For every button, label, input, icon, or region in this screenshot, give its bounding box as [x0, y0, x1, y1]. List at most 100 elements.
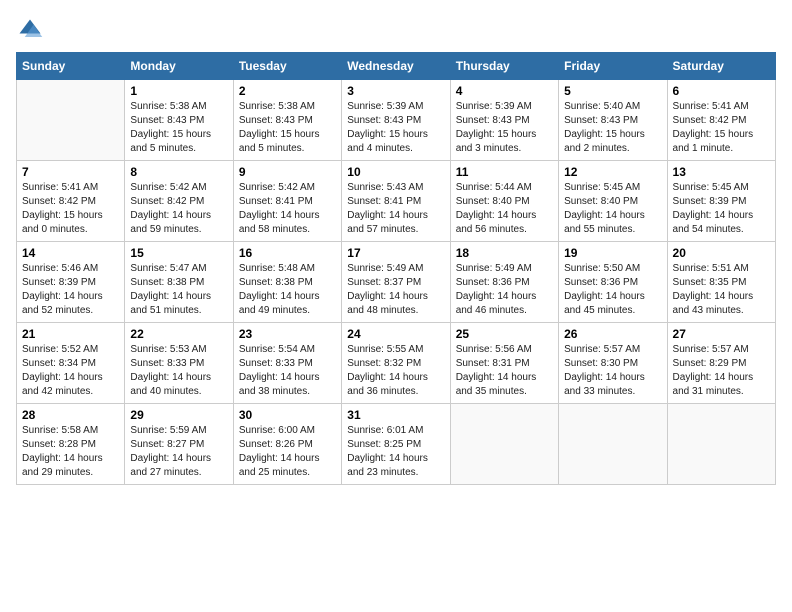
calendar-cell: 18Sunrise: 5:49 AMSunset: 8:36 PMDayligh…	[450, 242, 558, 323]
day-number: 1	[130, 84, 227, 98]
day-number: 8	[130, 165, 227, 179]
day-number: 21	[22, 327, 119, 341]
day-info: Sunrise: 5:38 AMSunset: 8:43 PMDaylight:…	[239, 100, 336, 156]
weekday-header-monday: Monday	[125, 53, 233, 80]
day-info: Sunrise: 5:39 AMSunset: 8:43 PMDaylight:…	[347, 100, 444, 156]
day-number: 16	[239, 246, 336, 260]
calendar-cell: 13 Sunrise: 5:45 AMSunset: 8:39 PMDayligh…	[667, 161, 775, 242]
calendar-cell: 11 Sunrise: 5:44 AMSunset: 8:40 PMDayligh…	[450, 161, 558, 242]
day-info: Sunrise: 5:51 AMSunset: 8:35 PMDaylight:…	[673, 262, 770, 318]
calendar-cell: 27 Sunrise: 5:57 AMSunset: 8:29 PMDayligh…	[667, 323, 775, 404]
weekday-header-wednesday: Wednesday	[342, 53, 450, 80]
day-info: Sunrise: 5:52 AMSunset: 8:34 PMDaylight:…	[22, 343, 119, 399]
day-number: 6	[673, 84, 770, 98]
day-number: 26	[564, 327, 661, 341]
day-number: 19	[564, 246, 661, 260]
calendar-cell: 15 Sunrise: 5:47 AMSunset: 8:38 PMDayligh…	[125, 242, 233, 323]
calendar-cell: 29 Sunrise: 5:59 AMSunset: 8:27 PMDayligh…	[125, 404, 233, 485]
day-info: Sunrise: 5:40 AMSunset: 8:43 PMDaylight:…	[564, 100, 661, 156]
day-info: Sunrise: 5:59 AMSunset: 8:27 PMDaylight:…	[130, 424, 227, 480]
calendar-cell: 23 Sunrise: 5:54 AMSunset: 8:33 PMDayligh…	[233, 323, 341, 404]
calendar-cell: 31 Sunrise: 6:01 AMSunset: 8:25 PMDayligh…	[342, 404, 450, 485]
calendar-cell	[559, 404, 667, 485]
day-info: Sunrise: 5:50 AMSunset: 8:36 PMDaylight:…	[564, 262, 661, 318]
weekday-header-thursday: Thursday	[450, 53, 558, 80]
day-info: Sunrise: 5:57 AMSunset: 8:30 PMDaylight:…	[564, 343, 661, 399]
day-info: Sunrise: 5:43 AMSunset: 8:41 PMDaylight:…	[347, 181, 444, 237]
day-info: Sunrise: 5:54 AMSunset: 8:33 PMDaylight:…	[239, 343, 336, 399]
page-header	[16, 16, 776, 44]
day-number: 10	[347, 165, 444, 179]
day-info: Sunrise: 6:01 AMSunset: 8:25 PMDaylight:…	[347, 424, 444, 480]
day-info: Sunrise: 5:48 AMSunset: 8:38 PMDaylight:…	[239, 262, 336, 318]
calendar-cell: 22 Sunrise: 5:53 AMSunset: 8:33 PMDayligh…	[125, 323, 233, 404]
calendar-table: SundayMondayTuesdayWednesdayThursdayFrid…	[16, 52, 776, 485]
day-number: 18	[456, 246, 553, 260]
day-number: 4	[456, 84, 553, 98]
calendar-cell	[667, 404, 775, 485]
weekday-header-sunday: Sunday	[17, 53, 125, 80]
day-number: 7	[22, 165, 119, 179]
calendar-cell: 12 Sunrise: 5:45 AMSunset: 8:40 PMDayligh…	[559, 161, 667, 242]
day-info: Sunrise: 5:42 AMSunset: 8:42 PMDaylight:…	[130, 181, 227, 237]
logo-icon	[16, 16, 44, 44]
day-number: 22	[130, 327, 227, 341]
calendar-cell: 4 Sunrise: 5:39 AMSunset: 8:43 PMDaylight…	[450, 80, 558, 161]
day-number: 27	[673, 327, 770, 341]
day-info: Sunrise: 5:41 AMSunset: 8:42 PMDaylight:…	[22, 181, 119, 237]
day-number: 17	[347, 246, 444, 260]
calendar-cell: 17 Sunrise: 5:49 AMSunset: 8:37 PMDayligh…	[342, 242, 450, 323]
day-number: 31	[347, 408, 444, 422]
day-info: Sunrise: 5:44 AMSunset: 8:40 PMDaylight:…	[456, 181, 553, 237]
day-info: Sunrise: 5:45 AMSunset: 8:39 PMDaylight:…	[673, 181, 770, 237]
calendar-cell: 8 Sunrise: 5:42 AMSunset: 8:42 PMDaylight…	[125, 161, 233, 242]
day-info: Sunrise: 5:56 AMSunset: 8:31 PMDaylight:…	[456, 343, 553, 399]
day-info: Sunrise: 5:58 AMSunset: 8:28 PMDaylight:…	[22, 424, 119, 480]
day-number: 9	[239, 165, 336, 179]
day-number: 11	[456, 165, 553, 179]
day-info: Sunrise: 5:53 AMSunset: 8:33 PMDaylight:…	[130, 343, 227, 399]
calendar-cell: 2 Sunrise: 5:38 AMSunset: 8:43 PMDaylight…	[233, 80, 341, 161]
calendar-cell: 9 Sunrise: 5:42 AMSunset: 8:41 PMDaylight…	[233, 161, 341, 242]
day-number: 29	[130, 408, 227, 422]
weekday-header-tuesday: Tuesday	[233, 53, 341, 80]
day-number: 3	[347, 84, 444, 98]
day-info: Sunrise: 6:00 AMSunset: 8:26 PMDaylight:…	[239, 424, 336, 480]
day-number: 30	[239, 408, 336, 422]
calendar-cell: 1 Sunrise: 5:38 AMSunset: 8:43 PMDaylight…	[125, 80, 233, 161]
day-number: 25	[456, 327, 553, 341]
day-number: 2	[239, 84, 336, 98]
calendar-cell: 19 Sunrise: 5:50 AMSunset: 8:36 PMDayligh…	[559, 242, 667, 323]
calendar-cell: 16 Sunrise: 5:48 AMSunset: 8:38 PMDayligh…	[233, 242, 341, 323]
calendar-cell: 20Sunrise: 5:51 AMSunset: 8:35 PMDayligh…	[667, 242, 775, 323]
day-number: 5	[564, 84, 661, 98]
calendar-cell: 7 Sunrise: 5:41 AMSunset: 8:42 PMDaylight…	[17, 161, 125, 242]
day-info: Sunrise: 5:42 AMSunset: 8:41 PMDaylight:…	[239, 181, 336, 237]
day-info: Sunrise: 5:49 AMSunset: 8:37 PMDaylight:…	[347, 262, 444, 318]
calendar-cell: 5 Sunrise: 5:40 AMSunset: 8:43 PMDaylight…	[559, 80, 667, 161]
day-number: 14	[22, 246, 119, 260]
day-info: Sunrise: 5:45 AMSunset: 8:40 PMDaylight:…	[564, 181, 661, 237]
calendar-cell	[17, 80, 125, 161]
calendar-cell: 28 Sunrise: 5:58 AMSunset: 8:28 PMDayligh…	[17, 404, 125, 485]
day-info: Sunrise: 5:41 AMSunset: 8:42 PMDaylight:…	[673, 100, 770, 156]
calendar-cell: 25 Sunrise: 5:56 AMSunset: 8:31 PMDayligh…	[450, 323, 558, 404]
day-number: 28	[22, 408, 119, 422]
calendar-cell: 26 Sunrise: 5:57 AMSunset: 8:30 PMDayligh…	[559, 323, 667, 404]
day-number: 23	[239, 327, 336, 341]
day-number: 13	[673, 165, 770, 179]
calendar-cell: 6 Sunrise: 5:41 AMSunset: 8:42 PMDaylight…	[667, 80, 775, 161]
day-info: Sunrise: 5:39 AMSunset: 8:43 PMDaylight:…	[456, 100, 553, 156]
day-number: 12	[564, 165, 661, 179]
calendar-cell	[450, 404, 558, 485]
logo	[16, 16, 48, 44]
day-info: Sunrise: 5:47 AMSunset: 8:38 PMDaylight:…	[130, 262, 227, 318]
day-info: Sunrise: 5:57 AMSunset: 8:29 PMDaylight:…	[673, 343, 770, 399]
day-number: 15	[130, 246, 227, 260]
day-number: 24	[347, 327, 444, 341]
calendar-cell: 30 Sunrise: 6:00 AMSunset: 8:26 PMDayligh…	[233, 404, 341, 485]
calendar-cell: 24Sunrise: 5:55 AMSunset: 8:32 PMDayligh…	[342, 323, 450, 404]
calendar-cell: 10 Sunrise: 5:43 AMSunset: 8:41 PMDayligh…	[342, 161, 450, 242]
day-info: Sunrise: 5:38 AMSunset: 8:43 PMDaylight:…	[130, 100, 227, 156]
day-info: Sunrise: 5:46 AMSunset: 8:39 PMDaylight:…	[22, 262, 119, 318]
